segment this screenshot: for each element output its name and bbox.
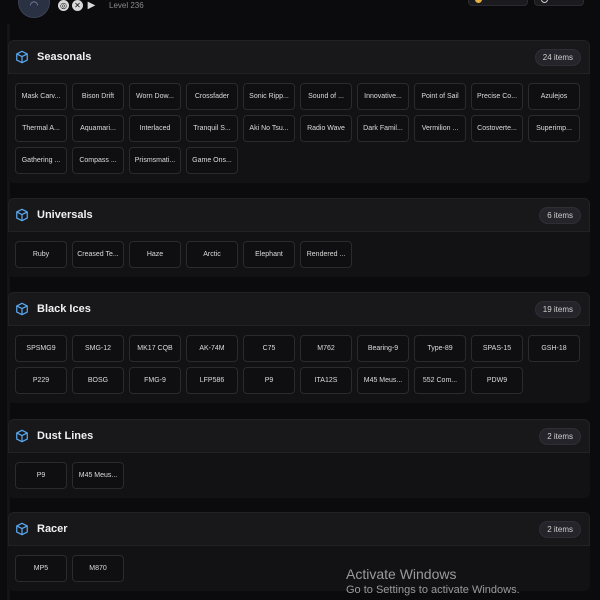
skin-item-button[interactable]: Haze xyxy=(129,241,181,268)
skin-item-button[interactable]: M870 xyxy=(72,555,124,582)
skin-item-button[interactable]: P9 xyxy=(243,367,295,394)
skin-item-button[interactable]: M762 xyxy=(300,335,352,362)
player-level: Level 236 xyxy=(109,1,144,10)
skin-item-button[interactable]: PDW9 xyxy=(471,367,523,394)
skin-item-button[interactable]: Interlaced xyxy=(129,115,181,142)
skin-item-button[interactable]: Ruby xyxy=(15,241,67,268)
skin-item-button[interactable]: Gathering ... xyxy=(15,147,67,174)
item-count-badge: 6 items xyxy=(539,206,581,224)
playstation-icon: ▶ xyxy=(87,0,96,11)
skin-item-button[interactable]: Elephant xyxy=(243,241,295,268)
skin-item-button[interactable]: Bearing-9 xyxy=(357,335,409,362)
skin-item-button[interactable]: Crossfader xyxy=(186,83,238,110)
skin-item-button[interactable]: MP5 xyxy=(15,555,67,582)
skin-item-button[interactable]: SPSMG9 xyxy=(15,335,67,362)
cube-icon xyxy=(15,208,29,222)
section-dust-lines: Dust Lines 2 items P9 M45 Meus... xyxy=(8,419,590,498)
skin-item-button[interactable]: Type-89 xyxy=(414,335,466,362)
skin-item-button[interactable]: Point of Sail xyxy=(414,83,466,110)
item-count-badge: 24 items xyxy=(534,48,581,66)
skin-item-button[interactable]: Costoverte... xyxy=(471,115,523,142)
skin-item-button[interactable]: Worn Dow... xyxy=(129,83,181,110)
renown-icon xyxy=(541,0,548,3)
xbox-icon: ✕ xyxy=(72,0,83,11)
skin-item-button[interactable]: Arctic xyxy=(186,241,238,268)
skin-item-button[interactable]: Compass ... xyxy=(72,147,124,174)
skin-item-button[interactable]: MK17 CQB xyxy=(129,335,181,362)
skin-item-button[interactable]: LFP586 xyxy=(186,367,238,394)
section-header[interactable]: Racer 2 items xyxy=(8,512,590,546)
skin-item-button[interactable]: Bison Drift xyxy=(72,83,124,110)
section-title: Black Ices xyxy=(37,303,91,315)
skin-item-button[interactable]: BOSG xyxy=(72,367,124,394)
section-black-ices: Black Ices 19 items SPSMG9 SMG-12 MK17 CQB AK… xyxy=(8,292,590,403)
skin-item-button[interactable]: Aquamari... xyxy=(72,115,124,142)
section-header[interactable]: Universals 6 items xyxy=(8,198,590,232)
skin-item-button[interactable]: Dark Famil... xyxy=(357,115,409,142)
item-count-badge: 2 items xyxy=(539,427,581,445)
skin-item-button[interactable]: C75 xyxy=(243,335,295,362)
skin-item-button[interactable]: Game Ons... xyxy=(186,147,238,174)
section-title: Racer xyxy=(37,523,68,535)
platform-icons: ◎ ✕ ▶ xyxy=(58,0,97,11)
skin-item-button[interactable]: SPAS-15 xyxy=(471,335,523,362)
watermark-title: Activate Windows xyxy=(346,566,457,582)
skin-item-button[interactable]: Radio Wave xyxy=(300,115,352,142)
skin-item-button[interactable]: Superimp... xyxy=(528,115,580,142)
skin-item-button[interactable]: Sound of ... xyxy=(300,83,352,110)
item-count-badge: 19 items xyxy=(534,300,581,318)
skin-item-button[interactable]: Sonic Ripp... xyxy=(243,83,295,110)
section-header[interactable]: Dust Lines 2 items xyxy=(8,419,590,453)
skin-item-button[interactable]: Aki No Tsu... xyxy=(243,115,295,142)
ubisoft-icon: ◎ xyxy=(58,0,69,11)
skin-item-button[interactable]: AK-74M xyxy=(186,335,238,362)
skin-item-button[interactable]: Creased Te... xyxy=(72,241,124,268)
item-count-badge: 2 items xyxy=(539,520,581,538)
skin-item-button[interactable]: Tranquil S... xyxy=(186,115,238,142)
skin-item-button[interactable]: ITA12S xyxy=(300,367,352,394)
cube-icon xyxy=(15,522,29,536)
activate-windows-watermark: Activate Windows Go to Settings to activ… xyxy=(346,566,520,596)
avatar[interactable]: ◠ xyxy=(18,0,50,18)
skin-item-button[interactable]: Vermilion ... xyxy=(414,115,466,142)
cube-icon xyxy=(15,50,29,64)
item-grid: Mask Carv... Bison Drift Worn Dow... Crossf… xyxy=(8,74,590,183)
section-title: Seasonals xyxy=(37,51,92,63)
section-seasonals: Seasonals 24 items Mask Carv... Bison Drift… xyxy=(8,40,590,183)
skin-item-button[interactable]: P229 xyxy=(15,367,67,394)
watermark-subtitle: Go to Settings to activate Windows. xyxy=(346,584,520,596)
section-title: Dust Lines xyxy=(37,430,94,442)
item-grid: Ruby Creased Te... Haze Arctic Elephant Rende… xyxy=(8,232,590,277)
cube-icon xyxy=(15,429,29,443)
credits-chip: ▪▪▪▪▪▪ xyxy=(468,0,528,6)
skin-item-button[interactable]: Precise Co... xyxy=(471,83,523,110)
section-header[interactable]: Seasonals 24 items xyxy=(8,40,590,74)
skin-item-button[interactable]: Azulejos xyxy=(528,83,580,110)
skin-item-button[interactable]: M45 Meus... xyxy=(357,367,409,394)
skin-item-button[interactable]: Rendered ... xyxy=(300,241,352,268)
skin-item-button[interactable]: M45 Meus... xyxy=(72,462,124,489)
profile-bar: ◠ ◎ ✕ ▶ Level 236 ▪▪▪▪▪▪ ▪▪▪▪ xyxy=(0,0,600,24)
item-grid: SPSMG9 SMG-12 MK17 CQB AK-74M C75 M762 Bearing… xyxy=(8,326,590,403)
skin-item-button[interactable]: Innovative... xyxy=(357,83,409,110)
section-header[interactable]: Black Ices 19 items xyxy=(8,292,590,326)
skin-item-button[interactable]: SMG-12 xyxy=(72,335,124,362)
coin-icon xyxy=(475,0,482,3)
skin-item-button[interactable]: P9 xyxy=(15,462,67,489)
skin-item-button[interactable]: GSH-18 xyxy=(528,335,580,362)
section-title: Universals xyxy=(37,209,93,221)
skin-item-button[interactable]: Prismsmati... xyxy=(129,147,181,174)
cube-icon xyxy=(15,302,29,316)
skin-item-button[interactable]: FMG-9 xyxy=(129,367,181,394)
skin-item-button[interactable]: 552 Com... xyxy=(414,367,466,394)
section-universals: Universals 6 items Ruby Creased Te... Haze Ar… xyxy=(8,198,590,277)
item-grid: P9 M45 Meus... xyxy=(8,453,590,498)
skin-item-button[interactable]: Mask Carv... xyxy=(15,83,67,110)
renown-chip: ▪▪▪▪ xyxy=(534,0,584,6)
credits-value: ▪▪▪▪▪▪ xyxy=(486,0,503,3)
renown-value: ▪▪▪▪ xyxy=(552,0,563,3)
skin-item-button[interactable]: Thermal A... xyxy=(15,115,67,142)
